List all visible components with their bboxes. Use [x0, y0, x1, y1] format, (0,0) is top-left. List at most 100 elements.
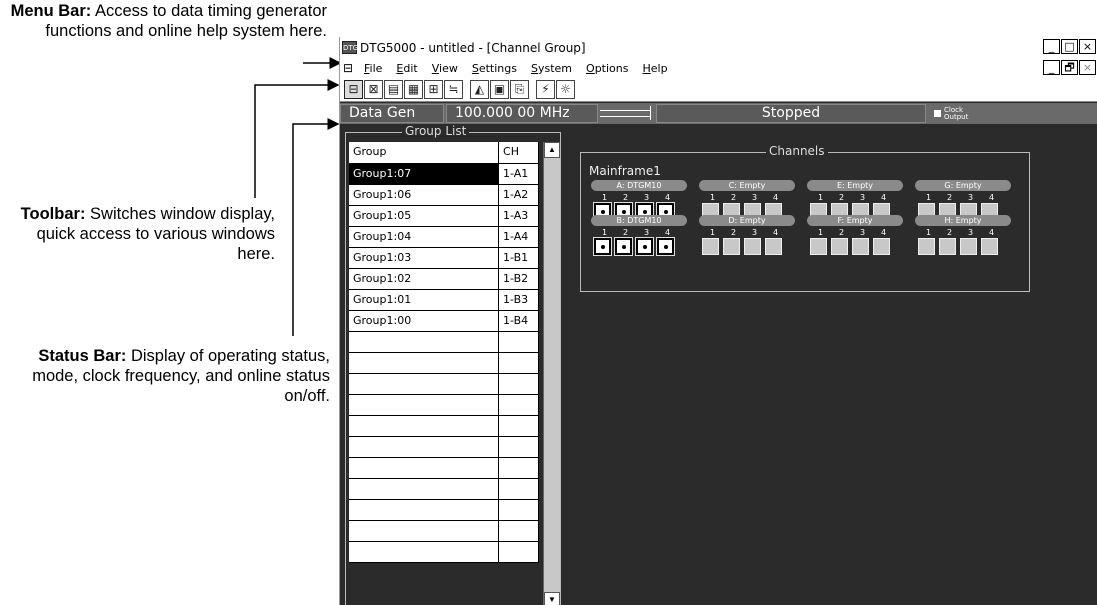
- child-restore-button[interactable]: 🗗: [1061, 60, 1078, 75]
- empty-cell[interactable]: [349, 394, 500, 416]
- empty-cell[interactable]: [498, 352, 539, 374]
- subsequence-icon[interactable]: ≒: [444, 80, 463, 99]
- empty-cell[interactable]: [349, 499, 500, 521]
- channel-assigned-box[interactable]: [593, 237, 612, 256]
- group-list-scrollbar[interactable]: ▲ ▼: [543, 142, 560, 605]
- empty-table-row[interactable]: [349, 541, 539, 563]
- channel-cell[interactable]: 1-B4: [498, 310, 539, 332]
- menu-help[interactable]: Help: [642, 62, 667, 75]
- channel-assigned-box[interactable]: [635, 237, 654, 256]
- channel-empty-box[interactable]: [831, 238, 848, 255]
- empty-cell[interactable]: [349, 541, 500, 563]
- empty-cell[interactable]: [349, 352, 500, 374]
- empty-table-row[interactable]: [349, 352, 539, 374]
- channel-empty-box[interactable]: [981, 238, 998, 255]
- channel-assigned-box[interactable]: [656, 237, 675, 256]
- sequence-icon[interactable]: ⊞: [424, 80, 443, 99]
- table-row[interactable]: Group1:02 1-B2: [349, 268, 539, 290]
- listing-icon[interactable]: ▤: [384, 80, 403, 99]
- empty-cell[interactable]: [349, 520, 500, 542]
- empty-cell[interactable]: [498, 331, 539, 353]
- channel-empty-box[interactable]: [810, 238, 827, 255]
- empty-cell[interactable]: [498, 520, 539, 542]
- child-close-button[interactable]: ×: [1079, 60, 1096, 75]
- channel-empty-box[interactable]: [939, 238, 956, 255]
- empty-cell[interactable]: [349, 373, 500, 395]
- group-name-cell[interactable]: Group1:07: [349, 163, 500, 185]
- menu-edit[interactable]: Edit: [396, 62, 417, 75]
- table-row[interactable]: Group1:03 1-B1: [349, 247, 539, 269]
- group-name-cell[interactable]: Group1:01: [349, 289, 500, 311]
- empty-cell[interactable]: [498, 415, 539, 437]
- channel-cell[interactable]: 1-B2: [498, 268, 539, 290]
- group-name-cell[interactable]: Group1:02: [349, 268, 500, 290]
- jitter-icon[interactable]: ⚡: [536, 80, 555, 99]
- column-header-group[interactable]: Group: [349, 142, 500, 164]
- empty-cell[interactable]: [349, 457, 500, 479]
- empty-cell[interactable]: [349, 478, 500, 500]
- waveform-icon[interactable]: ▦: [404, 80, 423, 99]
- empty-table-row[interactable]: [349, 499, 539, 521]
- channel-group-icon[interactable]: ⊟: [344, 80, 363, 99]
- empty-cell[interactable]: [498, 478, 539, 500]
- menu-file[interactable]: File: [364, 62, 382, 75]
- group-name-cell[interactable]: Group1:04: [349, 226, 500, 248]
- table-row[interactable]: Group1:07 1-A1: [349, 163, 539, 185]
- empty-table-row[interactable]: [349, 520, 539, 542]
- app-icon[interactable]: DTG: [342, 41, 358, 54]
- empty-table-row[interactable]: [349, 457, 539, 479]
- menu-options[interactable]: Options: [586, 62, 628, 75]
- scroll-up-icon[interactable]: ▲: [544, 142, 560, 158]
- empty-cell[interactable]: [349, 415, 500, 437]
- channel-cell[interactable]: 1-A1: [498, 163, 539, 185]
- empty-table-row[interactable]: [349, 415, 539, 437]
- empty-cell[interactable]: [498, 499, 539, 521]
- empty-cell[interactable]: [349, 331, 500, 353]
- channel-cell[interactable]: 1-A4: [498, 226, 539, 248]
- empty-cell[interactable]: [498, 394, 539, 416]
- group-name-cell[interactable]: Group1:03: [349, 247, 500, 269]
- empty-table-row[interactable]: [349, 436, 539, 458]
- maximize-button[interactable]: □: [1061, 39, 1078, 54]
- scroll-down-icon[interactable]: ▼: [544, 592, 560, 605]
- empty-cell[interactable]: [498, 457, 539, 479]
- channel-empty-box[interactable]: [744, 238, 761, 255]
- child-minimize-button[interactable]: _: [1043, 60, 1060, 75]
- menu-settings[interactable]: Settings: [472, 62, 517, 75]
- clock-output-toggle[interactable]: Clock Output: [934, 106, 986, 121]
- channel-empty-box[interactable]: [873, 238, 890, 255]
- channel-empty-box[interactable]: [702, 238, 719, 255]
- table-row[interactable]: Group1:04 1-A4: [349, 226, 539, 248]
- channel-cell[interactable]: 1-A3: [498, 205, 539, 227]
- menu-view[interactable]: View: [432, 62, 458, 75]
- table-row[interactable]: Group1:00 1-B4: [349, 310, 539, 332]
- empty-table-row[interactable]: [349, 478, 539, 500]
- empty-cell[interactable]: [349, 436, 500, 458]
- channel-cell[interactable]: 1-B3: [498, 289, 539, 311]
- group-name-cell[interactable]: Group1:06: [349, 184, 500, 206]
- setup-icon[interactable]: ⎘: [510, 80, 529, 99]
- close-button[interactable]: ×: [1079, 39, 1096, 54]
- channel-empty-box[interactable]: [723, 238, 740, 255]
- column-header-ch[interactable]: CH: [498, 142, 539, 164]
- channel-cell[interactable]: 1-A2: [498, 184, 539, 206]
- minimize-button[interactable]: _: [1043, 39, 1060, 54]
- channel-assigned-box[interactable]: [614, 237, 633, 256]
- channel-empty-box[interactable]: [918, 238, 935, 255]
- channel-empty-box[interactable]: [852, 238, 869, 255]
- table-row[interactable]: Group1:05 1-A3: [349, 205, 539, 227]
- group-name-cell[interactable]: Group1:05: [349, 205, 500, 227]
- level-icon[interactable]: ▣: [490, 80, 509, 99]
- group-name-cell[interactable]: Group1:00: [349, 310, 500, 332]
- probe-icon[interactable]: ☼: [556, 80, 575, 99]
- title-bar[interactable]: DTG DTG5000 - untitled - [Channel Group]…: [340, 37, 1097, 58]
- channel-group-icon[interactable]: ⊟: [343, 61, 358, 75]
- empty-table-row[interactable]: [349, 394, 539, 416]
- empty-cell[interactable]: [498, 373, 539, 395]
- table-row[interactable]: Group1:06 1-A2: [349, 184, 539, 206]
- timing-icon[interactable]: ⊠: [364, 80, 383, 99]
- menu-system[interactable]: System: [531, 62, 572, 75]
- channel-cell[interactable]: 1-B1: [498, 247, 539, 269]
- empty-table-row[interactable]: [349, 331, 539, 353]
- pattern-icon[interactable]: ◭: [470, 80, 489, 99]
